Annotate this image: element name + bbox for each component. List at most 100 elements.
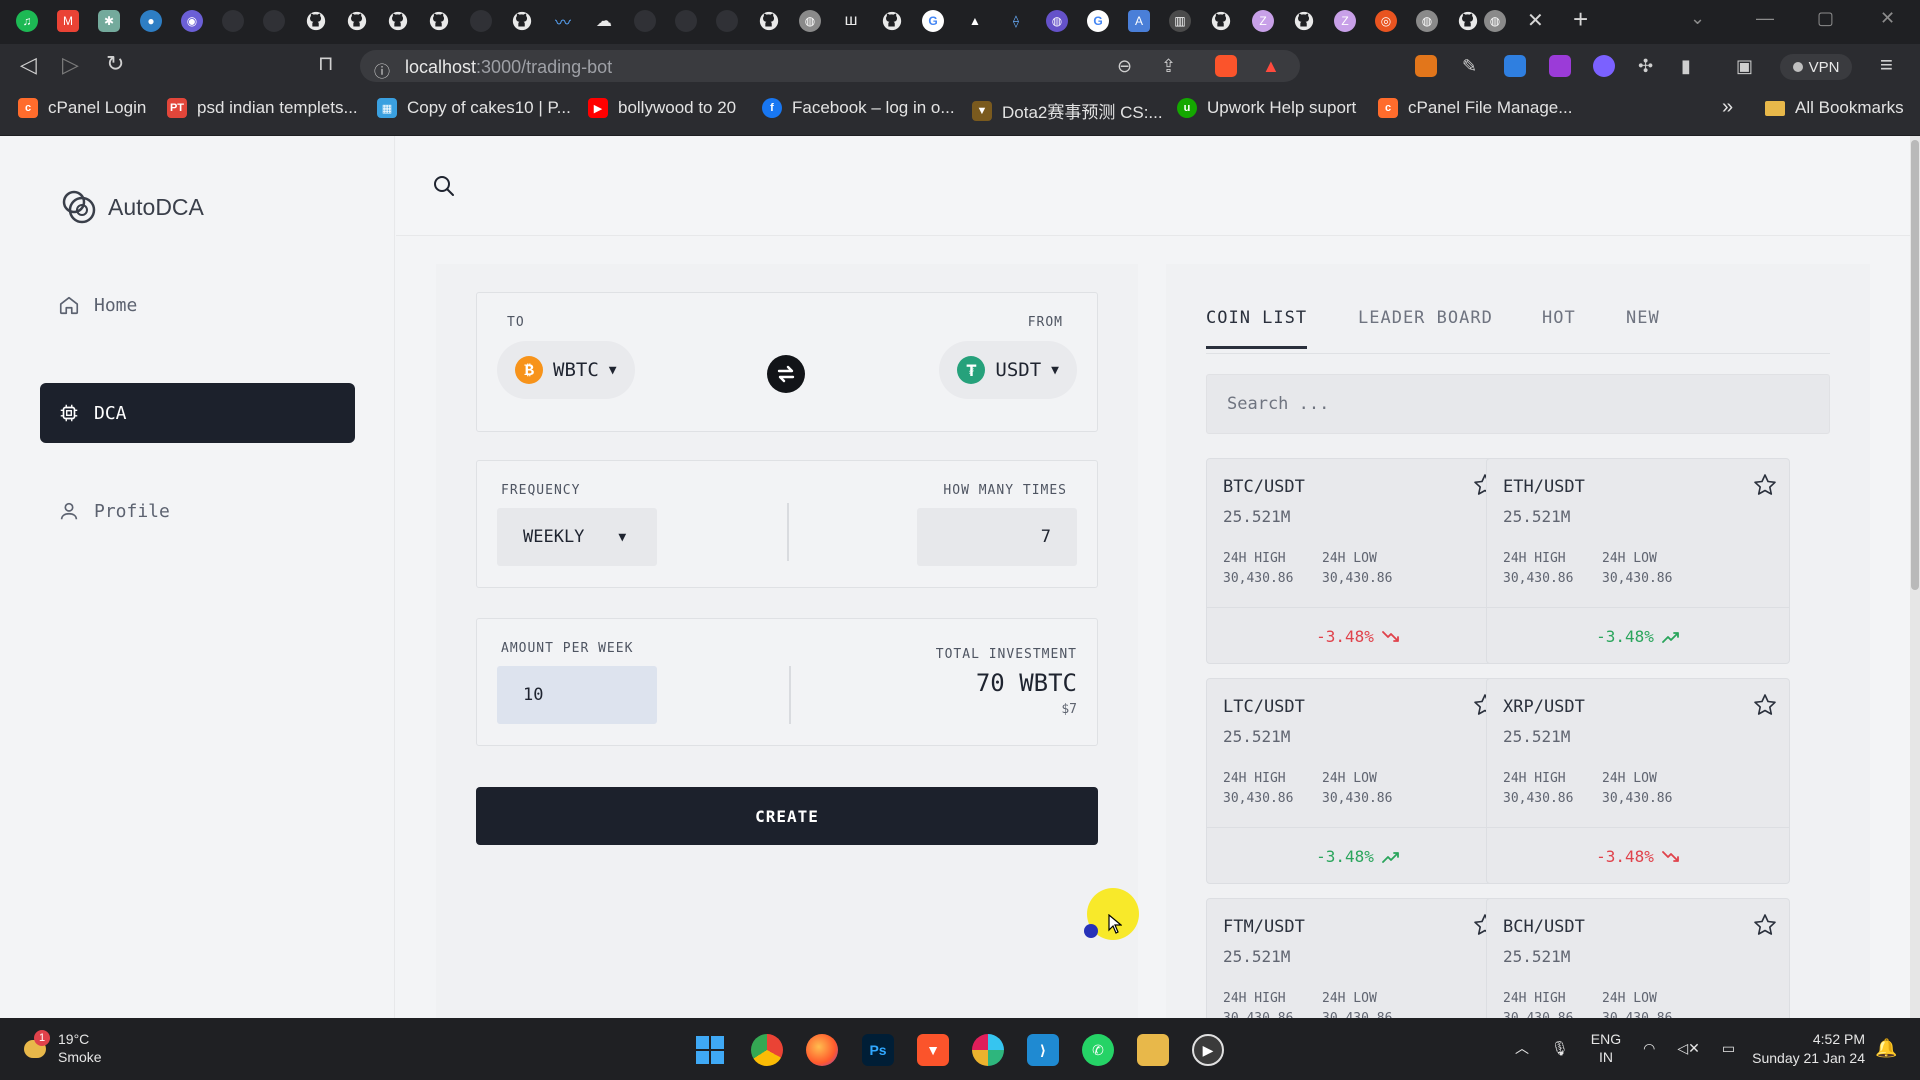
coin-card[interactable]: BCH/USDT 25.521M 24H HIGH 30,430.86 24H LOW 3…	[1486, 898, 1790, 1018]
tab-icon-z[interactable]: Z	[1252, 10, 1274, 32]
battery-icon[interactable]: ▭	[1722, 1040, 1735, 1057]
gmail-tab-icon[interactable]: M	[57, 10, 79, 32]
sidebar-toggle-icon[interactable]: ▮	[1681, 56, 1691, 77]
file-explorer-icon[interactable]	[1137, 1034, 1169, 1066]
coin-card[interactable]: ETH/USDT 25.521M 24H HIGH 30,430.86 24H LOW 3…	[1486, 458, 1790, 664]
tab-hot[interactable]: HOT	[1542, 308, 1576, 346]
amount-input[interactable]: 10	[497, 666, 657, 724]
wifi-icon[interactable]: ◠	[1643, 1040, 1655, 1057]
window-close-icon[interactable]: ✕	[1880, 8, 1895, 29]
tab-icon-eth[interactable]: ⟠	[1005, 10, 1027, 32]
tab-icon-ruler[interactable]: ш	[840, 10, 862, 32]
tab-search-icon[interactable]: ⌄	[1690, 8, 1705, 29]
tab-coin-list[interactable]: COIN LIST	[1206, 308, 1308, 349]
github-tab-icon[interactable]	[428, 10, 450, 32]
tab-icon-dim[interactable]	[470, 10, 492, 32]
github-tab-icon[interactable]	[511, 10, 533, 32]
url-text[interactable]: localhost:3000/trading-bot	[405, 57, 612, 78]
github-tab-icon[interactable]	[1210, 10, 1232, 32]
coin-card[interactable]: LTC/USDT 25.521M 24H HIGH 30,430.86 24H LOW 3…	[1206, 678, 1510, 884]
photoshop-icon[interactable]: Ps	[862, 1034, 894, 1066]
minimize-icon[interactable]: —	[1756, 8, 1774, 29]
github-tab-icon[interactable]	[1457, 10, 1479, 32]
sidebar-item-dca[interactable]: DCA	[40, 383, 355, 443]
bookmark-item[interactable]: PT psd indian templets...	[167, 98, 358, 118]
tab-icon-wave[interactable]: 〰	[552, 10, 574, 32]
times-input[interactable]: 7	[917, 508, 1077, 566]
vpn-button[interactable]: VPN	[1780, 54, 1852, 80]
swap-button[interactable]	[767, 355, 805, 393]
spotify-tab-icon[interactable]: ♫	[16, 10, 38, 32]
bookmark-item[interactable]: ▶ bollywood to 20	[588, 98, 736, 118]
github-tab-icon[interactable]	[881, 10, 903, 32]
vscode-icon[interactable]: ⟩	[1027, 1034, 1059, 1066]
k-extension-icon[interactable]	[1504, 55, 1526, 77]
purple-extension-icon[interactable]	[1549, 55, 1571, 77]
close-tab-icon[interactable]: ✕	[1527, 8, 1544, 33]
chevron-up-icon[interactable]: ︿	[1515, 1038, 1529, 1058]
tab-icon-dim[interactable]	[675, 10, 697, 32]
star-icon[interactable]	[1753, 693, 1777, 721]
bookmark-item[interactable]: c cPanel File Manage...	[1378, 98, 1572, 118]
more-bookmarks-icon[interactable]: »	[1722, 96, 1733, 119]
new-tab-icon[interactable]: +	[1573, 4, 1588, 35]
bookmark-item[interactable]: u Upwork Help suport	[1177, 98, 1356, 118]
scrollbar-thumb[interactable]	[1911, 140, 1919, 590]
tab-icon-dim[interactable]	[222, 10, 244, 32]
bookmark-page-icon[interactable]: ⊓	[318, 51, 334, 76]
tab-icon-dim[interactable]	[263, 10, 285, 32]
chatgpt-tab-icon[interactable]: ✱	[98, 10, 120, 32]
brand-logo[interactable]: AutoDCA	[58, 186, 204, 228]
media-player-icon[interactable]: ▶	[1192, 1034, 1224, 1066]
github-tab-icon[interactable]	[346, 10, 368, 32]
microphone-icon[interactable]: 🎙	[1551, 1040, 1569, 1057]
star-icon[interactable]	[1753, 473, 1777, 501]
slack-icon[interactable]	[972, 1034, 1004, 1066]
coin-search-input[interactable]: Search ...	[1206, 374, 1830, 434]
google-tab-icon[interactable]: G	[1087, 10, 1109, 32]
coin-card[interactable]: BTC/USDT 25.521M 24H HIGH 30,430.86 24H LOW 3…	[1206, 458, 1510, 664]
tab-icon-a[interactable]: A	[1128, 10, 1150, 32]
bookmark-item[interactable]: ▦ Copy of cakes10 | P...	[377, 98, 571, 118]
eyedropper-icon[interactable]: ✎	[1462, 56, 1477, 77]
browser-menu-icon[interactable]: ≡	[1880, 52, 1893, 78]
site-info-icon[interactable]: ⓘ	[374, 58, 390, 82]
create-button[interactable]: CREATE	[476, 787, 1098, 845]
maximize-icon[interactable]: ▢	[1817, 8, 1834, 29]
notification-bell-icon[interactable]: 🔔	[1875, 1038, 1897, 1059]
coin-card[interactable]: XRP/USDT 25.521M 24H HIGH 30,430.86 24H LOW 3…	[1486, 678, 1790, 884]
tab-icon-cloud[interactable]: ☁	[593, 10, 615, 32]
firefox-icon[interactable]	[806, 1034, 838, 1066]
metamask-icon[interactable]	[1415, 55, 1437, 77]
frequency-select[interactable]: WEEKLY ▼	[497, 508, 657, 566]
github-tab-icon[interactable]	[305, 10, 327, 32]
windows-start-icon[interactable]	[694, 1034, 726, 1066]
brave-rewards-icon[interactable]: ▲	[1262, 56, 1280, 77]
github-tab-icon[interactable]	[387, 10, 409, 32]
bookmark-item[interactable]: ▼ Dota2赛事预测 CS:...	[972, 98, 1163, 123]
tab-icon-globe[interactable]: ◍	[1416, 10, 1438, 32]
tab-icon-dim[interactable]	[716, 10, 738, 32]
tab-icon-blue[interactable]: ●	[140, 10, 162, 32]
from-coin-select[interactable]: ₮ USDT ▼	[939, 341, 1077, 399]
zoom-icon[interactable]: ⊖	[1117, 56, 1132, 77]
brave-icon[interactable]: ▼	[917, 1034, 949, 1066]
to-coin-select[interactable]: ₿ WBTC ▼	[497, 341, 635, 399]
github-tab-icon[interactable]	[1293, 10, 1315, 32]
tab-icon-dim[interactable]	[634, 10, 656, 32]
tab-icon-globe[interactable]: ◍	[799, 10, 821, 32]
chrome-icon[interactable]	[751, 1034, 783, 1066]
tab-icon-z[interactable]: Z	[1334, 10, 1356, 32]
tab-icon-bars[interactable]: ▥	[1169, 10, 1191, 32]
tab-icon-purple[interactable]: ◉	[181, 10, 203, 32]
wallet-icon[interactable]: ▣	[1736, 56, 1753, 77]
active-tab-icon[interactable]: ◍	[1484, 10, 1506, 32]
brave-shields-icon[interactable]	[1215, 55, 1237, 77]
tab-icon-ubuntu[interactable]: ◎	[1375, 10, 1397, 32]
tab-leader-board[interactable]: LEADER BOARD	[1358, 308, 1493, 346]
language-indicator[interactable]: ENG IN	[1591, 1030, 1621, 1066]
search-icon[interactable]	[432, 174, 456, 198]
coin-card[interactable]: FTM/USDT 25.521M 24H HIGH 30,430.86 24H LOW 3…	[1206, 898, 1510, 1018]
clock[interactable]: 4:52 PM Sunday 21 Jan 24	[1745, 1030, 1865, 1068]
back-icon[interactable]: ◁	[20, 52, 37, 78]
